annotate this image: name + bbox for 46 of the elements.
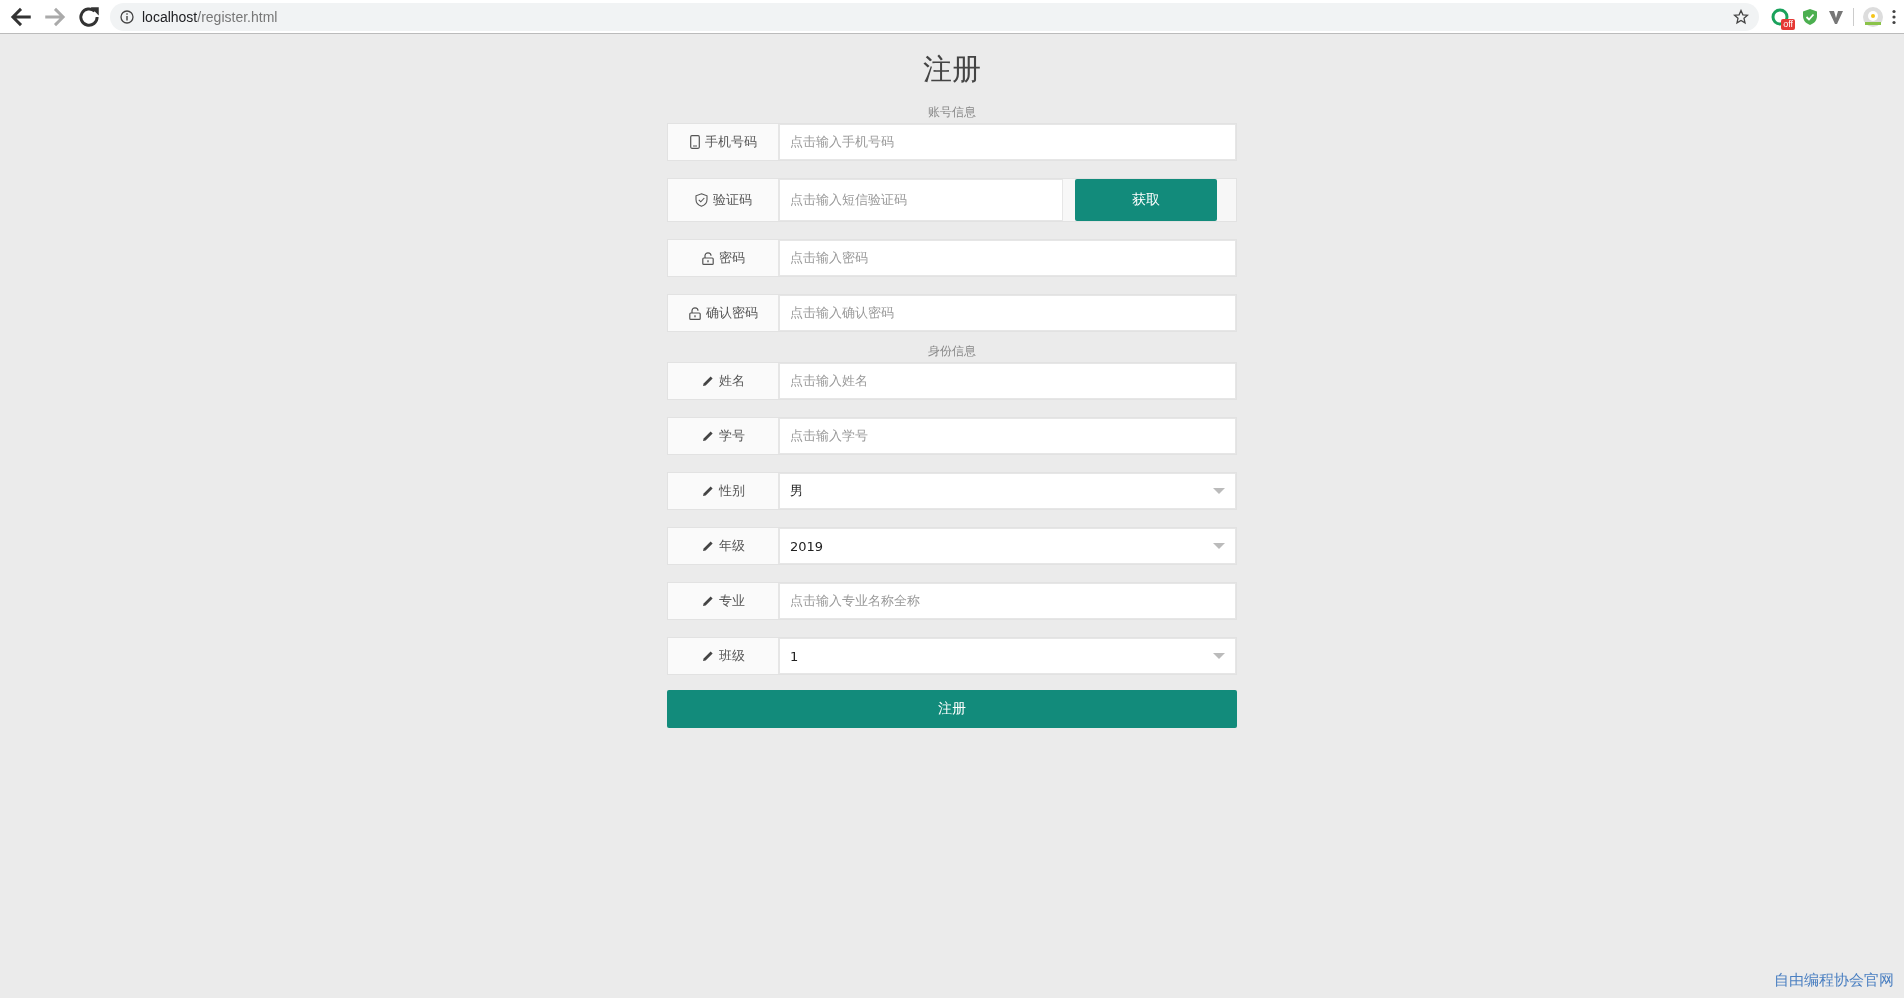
address-bar[interactable]: localhost/register.html [110, 2, 1759, 31]
label-text: 验证码 [712, 191, 752, 209]
dropdown-caret-icon [1213, 488, 1225, 494]
label-text: 专业 [718, 592, 745, 610]
dropdown-caret-icon [1213, 653, 1225, 659]
register-button[interactable]: 注册 [667, 690, 1237, 728]
pencil-icon [701, 430, 714, 442]
label-text: 确认密码 [705, 304, 758, 322]
section-heading: 身份信息 [928, 343, 976, 360]
lock-icon [701, 251, 714, 265]
dropdown-caret-icon [1213, 543, 1225, 549]
section-heading: 账号信息 [928, 104, 976, 121]
label-text: 密码 [718, 249, 745, 267]
code-input-field[interactable]: 点击输入短信验证码 [779, 179, 1063, 221]
extension-badge: off [1781, 18, 1795, 30]
lock-icon [688, 306, 701, 320]
pencil-icon [701, 595, 714, 607]
pencil-icon [701, 375, 714, 387]
input-field[interactable]: 点击输入专业名称全称 [779, 583, 1236, 619]
input-field[interactable]: 点击输入密码 [779, 240, 1236, 276]
info-icon[interactable] [120, 9, 134, 24]
pencil-icon [701, 650, 714, 662]
get-code-button[interactable]: 获取 [1075, 179, 1217, 221]
label-text: 班级 [718, 647, 745, 665]
page-title: 注册 [922, 51, 982, 88]
input-field[interactable]: 点击输入确认密码 [779, 295, 1236, 331]
label-text: 性别 [718, 482, 745, 500]
select-field[interactable]: 2019 [779, 528, 1236, 564]
star-icon[interactable] [1733, 8, 1749, 25]
menu-icon[interactable] [1892, 8, 1896, 25]
label-text: 姓名 [718, 372, 745, 390]
pencil-icon [701, 485, 714, 497]
label-text: 年级 [718, 537, 745, 555]
shield-check-icon[interactable] [1801, 7, 1819, 26]
input-field[interactable]: 点击输入手机号码 [779, 124, 1236, 160]
footer-link[interactable]: 自由编程协会官网 [1774, 971, 1894, 990]
select-field[interactable]: 1 [779, 638, 1236, 674]
pencil-icon [701, 540, 714, 552]
phone-icon [689, 135, 700, 149]
select-field[interactable]: 男 [779, 473, 1236, 509]
label-text: 手机号码 [704, 133, 757, 151]
label-text: 学号 [718, 427, 745, 445]
shield-check-icon [694, 193, 708, 207]
url-text: localhost/register.html [142, 8, 278, 25]
input-field[interactable]: 点击输入学号 [779, 418, 1236, 454]
input-field[interactable]: 点击输入姓名 [779, 363, 1236, 399]
